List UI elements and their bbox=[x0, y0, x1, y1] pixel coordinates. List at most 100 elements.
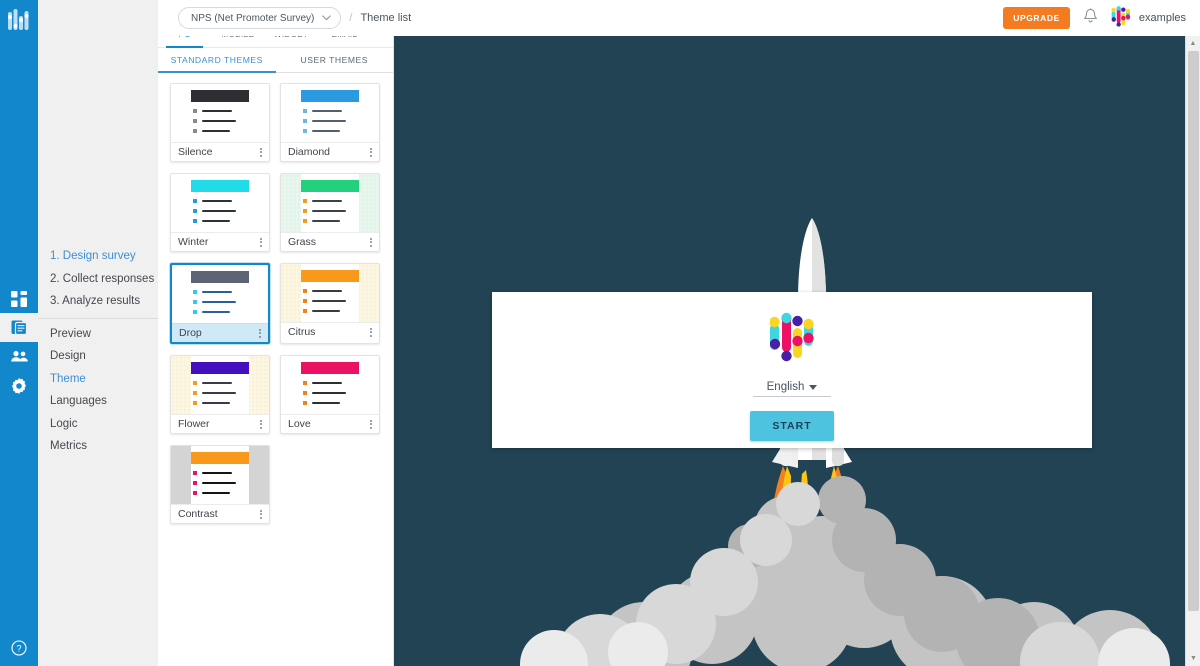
nav-item-metrics[interactable]: Metrics bbox=[38, 435, 158, 458]
theme-card[interactable]: Grass bbox=[280, 173, 380, 252]
theme-card-preview bbox=[281, 84, 379, 142]
theme-card[interactable]: Contrast bbox=[170, 445, 270, 524]
nav-label: Design bbox=[50, 350, 86, 362]
more-vertical-icon[interactable] bbox=[368, 326, 374, 339]
theme-card-sheet bbox=[191, 265, 249, 323]
theme-card-sheet bbox=[191, 446, 249, 504]
theme-card-rule bbox=[312, 290, 342, 293]
theme-card-lines bbox=[191, 374, 249, 405]
theme-card-bullet bbox=[303, 299, 307, 303]
theme-card-bullet bbox=[193, 401, 197, 405]
more-vertical-icon[interactable] bbox=[258, 236, 264, 249]
help-circle-icon[interactable]: ? bbox=[0, 640, 38, 656]
theme-card-line bbox=[193, 310, 249, 314]
theme-card-lines bbox=[191, 464, 249, 495]
theme-card-name: Silence bbox=[178, 146, 212, 158]
theme-card-preview bbox=[281, 174, 379, 232]
theme-card[interactable]: Flower bbox=[170, 355, 270, 434]
tab-user-themes[interactable]: USER THEMES bbox=[276, 48, 394, 72]
theme-card-bullet bbox=[303, 209, 307, 213]
theme-card-bullet bbox=[193, 471, 197, 475]
theme-card-line bbox=[193, 219, 249, 223]
scroll-down-icon[interactable]: ▼ bbox=[1186, 651, 1200, 666]
nav-item-preview[interactable]: Preview bbox=[38, 323, 158, 346]
theme-card-rule bbox=[202, 130, 230, 133]
theme-card-preview bbox=[171, 356, 269, 414]
scrollbar-thumb[interactable] bbox=[1188, 51, 1199, 611]
theme-card-rule bbox=[312, 402, 340, 405]
more-vertical-icon[interactable] bbox=[258, 418, 264, 431]
upgrade-button[interactable]: UPGRADE bbox=[1003, 7, 1070, 29]
theme-card-rule bbox=[202, 392, 236, 395]
theme-card[interactable]: Winter bbox=[170, 173, 270, 252]
theme-card-line bbox=[193, 109, 249, 113]
theme-card-header-bar bbox=[301, 270, 359, 282]
survey-selector[interactable]: NPS (Net Promoter Survey) bbox=[178, 7, 341, 29]
breadcrumb-separator: / bbox=[349, 12, 352, 24]
more-vertical-icon[interactable] bbox=[368, 236, 374, 249]
theme-card[interactable]: Silence bbox=[170, 83, 270, 162]
start-button[interactable]: START bbox=[750, 411, 833, 441]
theme-card-preview bbox=[171, 84, 269, 142]
nav-item-analyze-results[interactable]: 3. Analyze results bbox=[38, 290, 158, 313]
theme-card-sheet bbox=[191, 356, 249, 414]
theme-card-sheet bbox=[301, 356, 359, 414]
theme-card-sheet bbox=[301, 84, 359, 142]
nav-item-logic[interactable]: Logic bbox=[38, 413, 158, 436]
rail-item-settings[interactable] bbox=[0, 371, 38, 400]
theme-card-bullet bbox=[303, 289, 307, 293]
nav-item-languages[interactable]: Languages bbox=[38, 390, 158, 413]
theme-card-bullet bbox=[193, 491, 197, 495]
nav-item-design-survey[interactable]: 1. Design survey bbox=[38, 245, 158, 268]
theme-card[interactable]: Drop bbox=[170, 263, 270, 344]
rail-item-contacts[interactable] bbox=[0, 342, 38, 371]
theme-list-scroll[interactable]: Silence DiamondWinter Grass DropCitrusFlowe… bbox=[158, 73, 393, 666]
app-logo-icon[interactable] bbox=[0, 0, 38, 42]
theme-card-rule bbox=[312, 120, 346, 123]
people-icon bbox=[11, 350, 28, 363]
theme-card[interactable]: Love bbox=[280, 355, 380, 434]
theme-panel: PC MOBILE WIDGET bbox=[158, 0, 394, 666]
theme-card-rule bbox=[202, 482, 236, 485]
theme-card-rule bbox=[312, 300, 346, 303]
vertical-scrollbar[interactable]: ▲ ▼ bbox=[1185, 36, 1200, 666]
nav-item-design[interactable]: Design bbox=[38, 345, 158, 368]
theme-card-bullet bbox=[193, 109, 197, 113]
more-vertical-icon[interactable] bbox=[368, 418, 374, 431]
bell-icon[interactable] bbox=[1083, 8, 1098, 29]
theme-card-footer: Grass bbox=[281, 232, 379, 251]
theme-card[interactable]: Citrus bbox=[280, 263, 380, 344]
rail-item-surveys[interactable] bbox=[0, 313, 38, 342]
theme-card-lines bbox=[191, 192, 249, 223]
theme-card-bullet bbox=[193, 199, 197, 203]
theme-card-bullet bbox=[193, 119, 197, 123]
theme-card-bullet bbox=[303, 391, 307, 395]
theme-card-lines bbox=[301, 102, 359, 133]
svg-text:?: ? bbox=[16, 643, 21, 653]
tab-standard-themes[interactable]: STANDARD THEMES bbox=[158, 48, 276, 72]
theme-card-rule bbox=[202, 382, 232, 385]
more-vertical-icon[interactable] bbox=[257, 327, 263, 340]
theme-card-lines bbox=[301, 192, 359, 223]
more-vertical-icon[interactable] bbox=[368, 146, 374, 159]
theme-card-bullet bbox=[303, 219, 307, 223]
nav-item-collect-responses[interactable]: 2. Collect responses bbox=[38, 268, 158, 291]
nav-item-theme[interactable]: Theme bbox=[38, 368, 158, 391]
theme-card-rule bbox=[202, 110, 232, 113]
more-vertical-icon[interactable] bbox=[258, 146, 264, 159]
theme-card-bullet bbox=[303, 381, 307, 385]
user-menu[interactable]: examples bbox=[1111, 5, 1186, 32]
theme-card-header-bar bbox=[301, 180, 359, 192]
theme-card[interactable]: Diamond bbox=[280, 83, 380, 162]
theme-card-rule bbox=[312, 210, 346, 213]
theme-card-line bbox=[303, 129, 359, 133]
scroll-up-icon[interactable]: ▲ bbox=[1186, 36, 1200, 51]
theme-card-rule bbox=[202, 291, 232, 294]
language-select[interactable]: English bbox=[753, 381, 832, 397]
theme-card-preview bbox=[172, 265, 268, 323]
theme-card-bullet bbox=[193, 209, 197, 213]
rail-item-dashboard[interactable] bbox=[0, 284, 38, 313]
theme-card-header-bar bbox=[301, 362, 359, 374]
theme-card-sheet bbox=[301, 264, 359, 322]
more-vertical-icon[interactable] bbox=[258, 508, 264, 521]
